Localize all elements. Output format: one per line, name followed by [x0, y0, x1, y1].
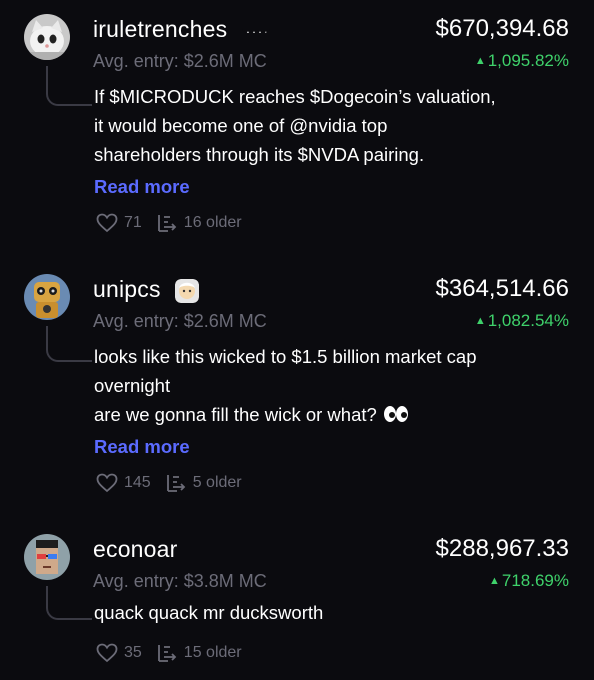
older-count: 5 older: [192, 474, 242, 491]
post-body: looks like this wicked to $1.5 billion m…: [94, 342, 564, 431]
older-stat[interactable]: 16 older: [156, 212, 242, 234]
older-count: 16 older: [183, 214, 242, 231]
thread-line: [46, 66, 92, 106]
older-stat[interactable]: 15 older: [156, 642, 242, 664]
replies-icon[interactable]: [156, 213, 178, 233]
replies-icon[interactable]: [156, 643, 178, 663]
heart-icon[interactable]: [96, 213, 118, 233]
username-text[interactable]: econoar: [93, 536, 178, 562]
triangle-up-icon: ▲: [474, 55, 486, 67]
percent-change-value: 1,082.54%: [487, 311, 569, 330]
like-stat[interactable]: 145: [96, 472, 151, 494]
like-count: 145: [124, 474, 151, 491]
post-stats: 145 5 older: [96, 472, 242, 494]
position-value: $288,967.33: [435, 535, 569, 562]
avg-entry: Avg. entry: $3.8M MC: [93, 571, 267, 591]
post-line: looks like this wicked to $1.5 billion m…: [94, 346, 477, 367]
position-value: $364,514.66: [435, 275, 569, 302]
older-count: 15 older: [183, 644, 242, 661]
post-body: If $MICRODUCK reaches $Dogecoin’s valuat…: [94, 82, 564, 169]
triangle-up-icon: ▲: [474, 315, 486, 327]
avatar[interactable]: [24, 274, 70, 320]
username[interactable]: unipcs: [93, 274, 200, 304]
read-more-link[interactable]: Read more: [94, 174, 190, 200]
post-line-text: are we gonna fill the wick or what?: [94, 404, 377, 425]
position-value: $670,394.68: [435, 15, 569, 42]
post-line: overnight: [94, 375, 171, 396]
heart-icon[interactable]: [96, 473, 118, 493]
post-line: are we gonna fill the wick or what?: [94, 400, 564, 431]
triangle-up-icon: ▲: [488, 575, 500, 587]
older-stat[interactable]: 5 older: [165, 472, 242, 494]
percent-change: ▲ 718.69%: [489, 570, 569, 592]
percent-change: ▲ 1,082.54%: [475, 310, 569, 332]
percent-change-value: 718.69%: [501, 571, 569, 590]
like-stat[interactable]: 71: [96, 212, 142, 234]
username[interactable]: iruletrenches: [93, 14, 270, 44]
eyes-emoji-icon: [383, 402, 409, 431]
post-line: quack quack mr ducksworth: [94, 602, 324, 623]
cat-avatar-icon: [24, 14, 70, 60]
percent-change-value: 1,095.82%: [487, 51, 569, 70]
user-badge-icon: [241, 19, 270, 33]
username-text[interactable]: iruletrenches: [93, 16, 227, 42]
post-line: If $MICRODUCK reaches $Dogecoin’s valuat…: [94, 86, 496, 107]
read-more-link[interactable]: Read more: [94, 434, 190, 460]
post-line: shareholders through its $NVDA pairing.: [94, 144, 425, 165]
like-count: 35: [124, 644, 142, 661]
post-body: quack quack mr ducksworth: [94, 598, 564, 627]
punk-avatar-icon: [24, 534, 70, 580]
avg-entry: Avg. entry: $2.6M MC: [93, 311, 267, 331]
user-badge-icon: [175, 278, 200, 303]
thread-line: [46, 586, 92, 620]
avatar[interactable]: [24, 14, 70, 60]
heart-icon[interactable]: [96, 643, 118, 663]
username-text[interactable]: unipcs: [93, 276, 161, 302]
username[interactable]: econoar: [93, 534, 178, 564]
replies-icon[interactable]: [165, 473, 187, 493]
like-stat[interactable]: 35: [96, 642, 142, 664]
thread-line: [46, 326, 92, 362]
post-stats: 35 15 older: [96, 642, 242, 664]
post-stats: 71 16 older: [96, 212, 242, 234]
avg-entry: Avg. entry: $2.6M MC: [93, 51, 267, 71]
post-line: it would become one of @nvidia top: [94, 115, 388, 136]
percent-change: ▲ 1,095.82%: [475, 50, 569, 72]
robot-avatar-icon: [24, 274, 70, 320]
like-count: 71: [124, 214, 142, 231]
avatar[interactable]: [24, 534, 70, 580]
